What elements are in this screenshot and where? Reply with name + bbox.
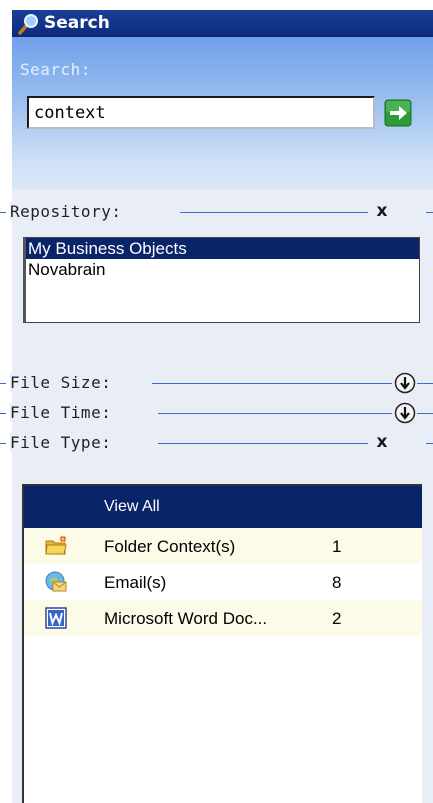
repository-list[interactable]: My Business Objects Novabrain (23, 237, 420, 323)
file-type-count: 8 (332, 573, 342, 592)
file-type-count: 2 (332, 609, 342, 628)
section-dash (0, 413, 6, 414)
search-label: Search: (20, 60, 91, 79)
title-bar: Search (12, 10, 433, 37)
file-size-label: File Size: (10, 373, 118, 392)
folder-icon (45, 535, 67, 555)
table-row[interactable]: Email(s) 8 (24, 564, 422, 600)
repository-close-button[interactable]: x (374, 200, 390, 222)
repository-header: Repository: x (0, 200, 433, 226)
section-dash (0, 212, 6, 213)
section-dash (0, 443, 6, 444)
view-all-row[interactable]: View All (24, 486, 422, 528)
file-time-header: File Time: (0, 401, 433, 427)
file-type-name: Email(s) (104, 573, 167, 592)
file-type-name: Folder Context(s) (104, 537, 236, 556)
file-type-count: 1 (332, 537, 342, 556)
section-divider (158, 413, 392, 414)
section-divider-tail (426, 212, 433, 213)
repository-label: Repository: (10, 202, 128, 221)
view-all-label: View All (104, 498, 160, 515)
search-input[interactable] (27, 96, 375, 129)
table-row[interactable]: Microsoft Word Doc... 2 (24, 600, 422, 636)
file-time-label: File Time: (10, 403, 118, 422)
search-go-button[interactable] (384, 99, 412, 127)
section-divider-tail (426, 443, 433, 444)
file-size-header: File Size: (0, 371, 433, 397)
magnifier-icon (18, 14, 38, 35)
repository-item[interactable]: Novabrain (26, 259, 419, 280)
repository-item[interactable]: My Business Objects (26, 238, 419, 259)
email-icon (45, 571, 67, 592)
section-divider (158, 443, 368, 444)
file-type-close-button[interactable]: x (374, 431, 390, 453)
panel-title: Search (44, 13, 110, 33)
expand-down-icon[interactable] (394, 402, 416, 424)
expand-down-icon[interactable] (394, 372, 416, 394)
section-divider-tail (417, 383, 433, 384)
file-type-label: File Type: (10, 433, 118, 452)
word-document-icon (45, 607, 67, 629)
file-type-name: Microsoft Word Doc... (104, 609, 268, 628)
section-divider (180, 212, 368, 213)
file-type-header: File Type: x (0, 431, 433, 457)
arrow-right-icon (384, 99, 412, 127)
section-dash (0, 383, 6, 384)
file-type-table: View All Folder Context(s) 1 Email(s) 8 … (22, 484, 422, 803)
table-row[interactable]: Folder Context(s) 1 (24, 528, 422, 564)
section-divider-tail (417, 413, 433, 414)
section-divider (152, 383, 392, 384)
